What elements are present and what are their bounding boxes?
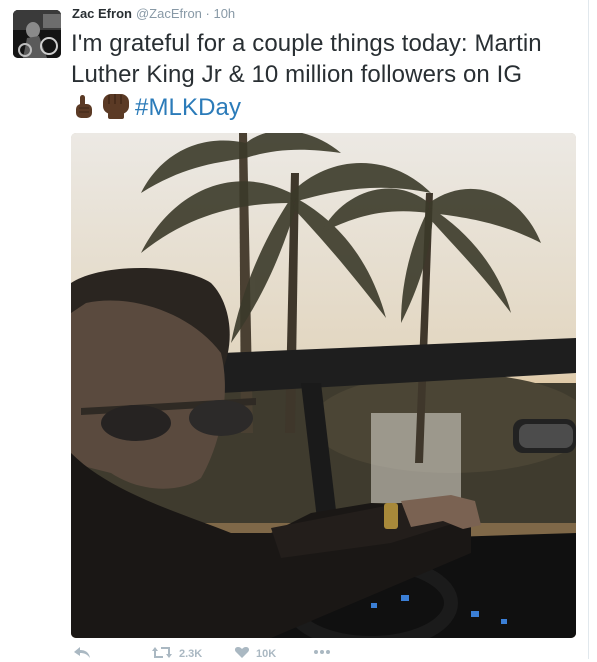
- tweet-photo[interactable]: [71, 133, 576, 638]
- tweet-card: Zac Efron @ZacEfron · 10h I'm grateful fo…: [0, 0, 589, 662]
- author-name[interactable]: Zac Efron: [72, 6, 132, 21]
- reply-button[interactable]: [73, 646, 91, 662]
- author-handle[interactable]: @ZacEfron · 10h: [136, 6, 235, 21]
- retweet-button[interactable]: 2.3K: [151, 646, 202, 662]
- avatar[interactable]: [13, 10, 61, 58]
- raised-fist-emoji: [100, 90, 132, 128]
- retweet-count: 2.3K: [179, 648, 203, 660]
- reply-icon: [73, 646, 91, 662]
- heart-icon: [234, 646, 250, 662]
- like-button[interactable]: 10K: [234, 646, 276, 662]
- retweet-icon: [151, 646, 173, 662]
- tweet-header: Zac Efron @ZacEfron · 10h: [72, 6, 235, 22]
- more-icon: [313, 646, 331, 658]
- tweet-body: I'm grateful for a couple things today: …: [71, 30, 542, 88]
- index-pointing-up-emoji: [71, 94, 97, 128]
- more-button[interactable]: [313, 646, 331, 658]
- hashtag-link[interactable]: #MLKDay: [135, 94, 241, 121]
- like-count: 10K: [256, 648, 277, 660]
- tweet-text: I'm grateful for a couple things today: …: [71, 28, 571, 128]
